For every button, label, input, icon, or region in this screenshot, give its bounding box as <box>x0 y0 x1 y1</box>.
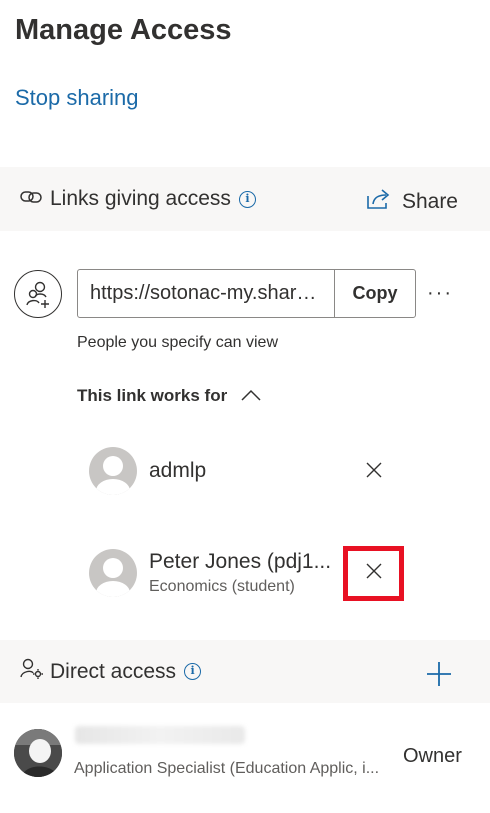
owner-name-redacted <box>75 726 245 744</box>
avatar <box>89 549 137 597</box>
works-for-label: This link works for <box>77 386 228 405</box>
list-item: Peter Jones (pdj1... Economics (student) <box>89 549 331 597</box>
owner-role: Owner <box>403 745 462 767</box>
chevron-up-icon <box>227 386 261 406</box>
info-icon[interactable]: i <box>184 663 202 680</box>
close-icon <box>366 462 382 483</box>
link-permission-description: People you specify can view <box>77 334 278 351</box>
share-button[interactable]: Share <box>366 188 458 215</box>
links-section-title: Links giving access <box>50 187 231 210</box>
add-person-button[interactable] <box>426 661 452 692</box>
person-name: Peter Jones (pdj1... <box>149 550 332 573</box>
person-settings-icon <box>20 658 44 685</box>
link-works-for-toggle[interactable]: This link works for <box>77 386 261 406</box>
remove-person-button[interactable] <box>358 557 390 589</box>
direct-access-section-header: Direct access i <box>0 640 490 703</box>
direct-access-title: Direct access <box>50 659 177 683</box>
person-detail: Economics (student) <box>149 578 295 595</box>
plus-icon <box>426 662 452 691</box>
person-name: admlp <box>149 459 207 482</box>
direct-access-title-row: Direct access i <box>20 658 202 685</box>
stop-sharing-link[interactable]: Stop sharing <box>15 85 139 111</box>
copy-button[interactable]: Copy <box>334 269 416 318</box>
people-group-icon <box>14 270 62 318</box>
close-icon <box>366 563 382 584</box>
share-link-url-field[interactable]: https://sotonac-my.sharepoint.com/ <box>77 269 335 318</box>
person-text: Peter Jones (pdj1... Economics (student) <box>137 550 331 596</box>
remove-person-button[interactable] <box>358 456 390 488</box>
link-chain-icon <box>20 189 42 210</box>
avatar <box>89 447 137 495</box>
links-section-title-row: Links giving access i <box>20 187 256 211</box>
links-section-header: Links giving access i Share <box>0 167 490 231</box>
page-title: Manage Access <box>15 14 232 46</box>
avatar <box>14 729 62 777</box>
info-icon[interactable]: i <box>238 190 256 208</box>
more-options-button[interactable]: ··· <box>427 282 453 305</box>
list-item: admlp <box>89 447 206 495</box>
share-icon <box>366 188 392 215</box>
owner-detail: Application Specialist (Education Applic… <box>74 760 380 777</box>
share-label: Share <box>401 189 458 213</box>
